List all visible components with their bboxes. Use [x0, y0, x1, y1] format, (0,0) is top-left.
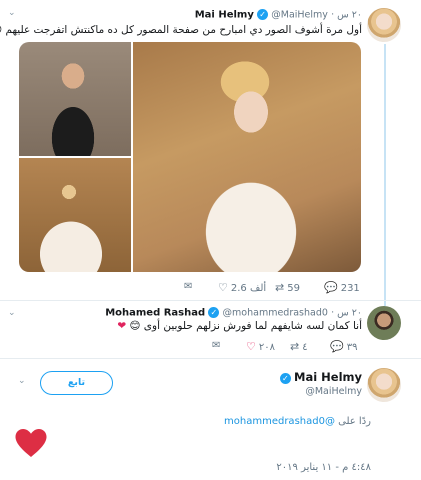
chevron-down-icon[interactable]: ⌄ [8, 8, 16, 18]
like-button[interactable]: ♡ ٢٠٨ [246, 340, 275, 353]
author-name[interactable]: Mohamed Rashad [105, 308, 205, 319]
reply-icon: 💬 [324, 281, 338, 294]
like-icon: ♡ [246, 340, 256, 353]
author-name[interactable]: Mai Helmy [195, 10, 254, 21]
tweet-actions: ✉ ♡ 2.6 ألف ⇄ 59 💬 231 [0, 281, 421, 295]
author-block: ✓ Mai Helmy [279, 370, 362, 384]
photo-bride[interactable] [133, 42, 361, 272]
thread-connector [384, 44, 386, 306]
verified-icon: ✓ [279, 372, 291, 384]
avatar[interactable] [367, 306, 401, 340]
chevron-down-icon[interactable]: ⌄ [8, 308, 16, 318]
photo-groom[interactable] [19, 42, 131, 156]
retweet-button[interactable]: ⇄ ٤ [290, 340, 308, 353]
like-button[interactable]: ♡ 2.6 ألف [218, 281, 266, 294]
reply-icon: 💬 [330, 340, 344, 353]
replying-to-link[interactable]: @mohammedrashad0 [224, 416, 335, 427]
smile-emoji-icon: 😊 [129, 320, 141, 332]
message-icon[interactable]: ✉ [184, 281, 192, 292]
tweet-time[interactable]: ٢٠ س [337, 308, 362, 319]
follow-button[interactable]: تابع [40, 371, 113, 395]
author-handle[interactable]: @MaiHelmy [271, 10, 328, 21]
tweet-actions: ✉ ♡ ٢٠٨ ⇄ ٤ 💬 ٣٩ [0, 340, 421, 354]
avatar[interactable] [367, 368, 401, 402]
heart-emoji-icon [15, 429, 47, 457]
tweet-text: أول مرة أشوف الصور دي امبارح من صفحة الم… [0, 24, 362, 36]
photo-dress[interactable] [19, 158, 131, 272]
retweet-icon: ⇄ [275, 281, 285, 294]
avatar[interactable] [367, 8, 401, 42]
replying-to: ردًا على @mohammedrashad0 [224, 416, 371, 427]
tweet-header: Mohamed Rashad ✓ @mohammedrashad0 · ٢٠ س [105, 307, 362, 319]
chevron-down-icon[interactable]: ⌄ [18, 376, 26, 386]
reply-button[interactable]: 💬 231 [324, 281, 360, 294]
author-handle[interactable]: @mohammedrashad0 [223, 308, 328, 319]
author-handle[interactable]: @MaiHelmy [305, 386, 362, 397]
message-icon[interactable]: ✉ [212, 340, 220, 351]
tweet-text: أنا كمان لسه شايفهم لما فورش نزلهم حلوبي… [117, 320, 362, 332]
retweet-button[interactable]: ⇄ 59 [275, 281, 300, 294]
tweet-header: Mai Helmy ✓ @MaiHelmy · ٢٠ س [194, 9, 362, 21]
tweet-timestamp[interactable]: ٤:٤٨ م - ١١ يناير ٢٠١٩ [276, 462, 371, 473]
author-name[interactable]: Mai Helmy [294, 370, 362, 384]
divider [0, 300, 421, 301]
tweet-time[interactable]: ٢٠ س [337, 10, 362, 21]
retweet-icon: ⇄ [290, 340, 300, 353]
reply-button[interactable]: 💬 ٣٩ [330, 340, 357, 353]
tweet-media[interactable] [19, 42, 361, 272]
smile-emoji-icon: 😊 [0, 24, 2, 36]
like-icon: ♡ [218, 281, 228, 294]
divider [0, 358, 421, 359]
verified-icon: ✓ [208, 307, 220, 318]
verified-icon: ✓ [257, 9, 269, 20]
heart-emoji-icon: ❤ [117, 320, 127, 332]
